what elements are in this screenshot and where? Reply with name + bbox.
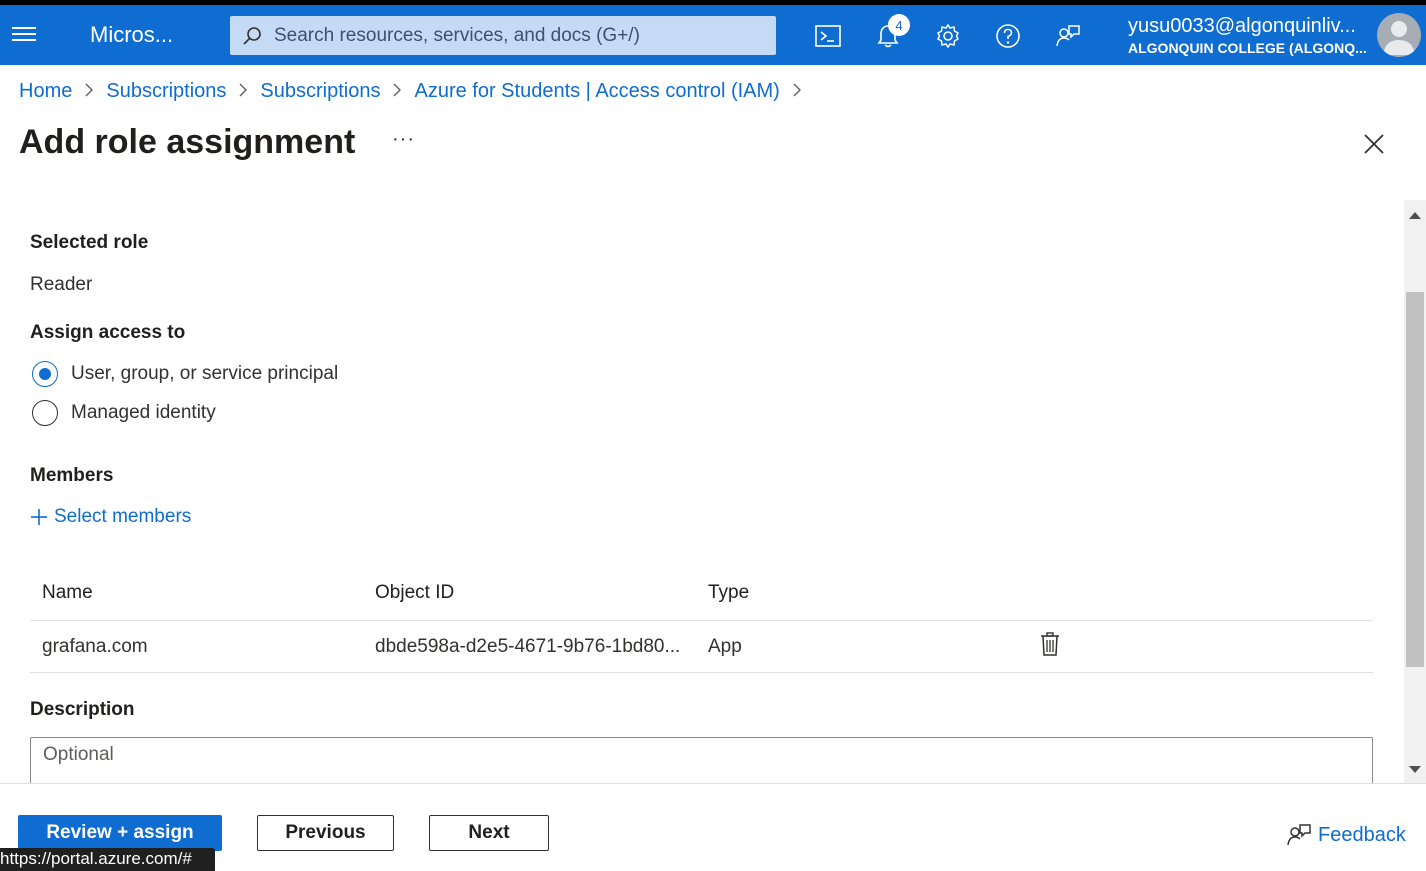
settings-button[interactable] bbox=[930, 18, 966, 54]
trash-icon bbox=[1041, 631, 1059, 656]
member-object-id: dbde598a-d2e5-4671-9b76-1bd80... bbox=[375, 635, 681, 657]
radio-managed-identity[interactable]: Managed identity bbox=[32, 400, 216, 426]
next-button[interactable]: Next bbox=[429, 815, 549, 851]
portal-top-bar: Micros... 4 yusu0033@algonquinliv... ALG… bbox=[0, 5, 1426, 65]
chevron-right-icon bbox=[84, 80, 94, 103]
column-header-name[interactable]: Name bbox=[42, 582, 93, 604]
feedback-link[interactable]: Feedback bbox=[1286, 822, 1406, 848]
vertical-scrollbar[interactable] bbox=[1404, 200, 1426, 783]
feedback-top-button[interactable] bbox=[1050, 18, 1086, 54]
breadcrumb-subscriptions[interactable]: Subscriptions bbox=[106, 80, 226, 103]
chevron-right-icon bbox=[792, 80, 802, 103]
chevron-right-icon bbox=[392, 80, 402, 103]
previous-button[interactable]: Previous bbox=[257, 815, 394, 851]
column-header-object-id[interactable]: Object ID bbox=[375, 582, 454, 604]
review-assign-button[interactable]: Review + assign bbox=[18, 815, 222, 851]
form-content: Selected role Reader Assign access to Us… bbox=[0, 200, 1404, 783]
description-input[interactable] bbox=[30, 737, 1373, 783]
global-search[interactable] bbox=[230, 16, 776, 55]
chevron-right-icon bbox=[238, 80, 248, 103]
cloud-shell-button[interactable] bbox=[810, 18, 846, 54]
plus-icon bbox=[31, 509, 47, 525]
column-header-type[interactable]: Type bbox=[708, 582, 749, 604]
radio-user-group-principal[interactable]: User, group, or service principal bbox=[32, 361, 338, 387]
page-title: Add role assignment bbox=[19, 123, 356, 161]
radio-selected-indicator[interactable] bbox=[32, 361, 58, 387]
select-members-link[interactable]: Select members bbox=[30, 506, 191, 528]
scroll-up-arrow-icon[interactable] bbox=[1409, 212, 1421, 219]
brand-title[interactable]: Micros... bbox=[90, 22, 173, 48]
table-header: Name Object ID Type bbox=[30, 566, 1373, 621]
radio-user-label: User, group, or service principal bbox=[71, 363, 339, 384]
gear-icon bbox=[937, 23, 959, 49]
selected-role-value: Reader bbox=[30, 274, 93, 295]
breadcrumb-home[interactable]: Home bbox=[19, 80, 72, 103]
user-tenant: ALGONQUIN COLLEGE (ALGONQ... bbox=[1128, 40, 1367, 56]
search-input[interactable] bbox=[274, 24, 754, 47]
select-members-label: Select members bbox=[54, 506, 192, 527]
breadcrumb: Home Subscriptions Subscriptions Azure f… bbox=[19, 80, 814, 103]
close-button[interactable] bbox=[1362, 132, 1386, 156]
member-type: App bbox=[708, 635, 742, 657]
feedback-icon bbox=[1056, 25, 1080, 47]
breadcrumb-subscriptions-2[interactable]: Subscriptions bbox=[260, 80, 380, 103]
description-label: Description bbox=[30, 699, 135, 720]
table-row: grafana.com dbde598a-d2e5-4671-9b76-1bd8… bbox=[30, 621, 1373, 673]
members-label: Members bbox=[30, 465, 114, 486]
scrollbar-thumb[interactable] bbox=[1406, 292, 1424, 667]
selected-role-label: Selected role bbox=[30, 232, 149, 253]
browser-status-url: https://portal.azure.com/# bbox=[0, 848, 215, 871]
account-info[interactable]: yusu0033@algonquinliv... ALGONQUIN COLLE… bbox=[1128, 15, 1368, 56]
avatar[interactable] bbox=[1377, 13, 1421, 57]
radio-managed-label: Managed identity bbox=[71, 402, 216, 423]
scroll-down-arrow-icon[interactable] bbox=[1409, 766, 1421, 773]
menu-icon[interactable] bbox=[12, 23, 36, 47]
notification-badge: 4 bbox=[888, 14, 910, 36]
assign-access-label: Assign access to bbox=[30, 322, 186, 343]
terminal-icon bbox=[815, 25, 841, 47]
notifications-button[interactable]: 4 bbox=[870, 14, 910, 54]
close-icon bbox=[1364, 134, 1384, 154]
radio-unselected-indicator[interactable] bbox=[32, 400, 58, 426]
more-options-button[interactable]: ··· bbox=[392, 128, 415, 151]
members-table: Name Object ID Type grafana.com dbde598a… bbox=[30, 566, 1373, 673]
help-button[interactable] bbox=[990, 18, 1026, 54]
user-email: yusu0033@algonquinliv... bbox=[1128, 15, 1356, 37]
help-icon bbox=[996, 24, 1020, 48]
search-icon bbox=[243, 26, 261, 45]
feedback-label: Feedback bbox=[1318, 823, 1406, 846]
status-url-text: https://portal.azure.com/# bbox=[0, 849, 192, 868]
member-name: grafana.com bbox=[42, 635, 148, 657]
remove-member-button[interactable] bbox=[1040, 631, 1060, 662]
user-avatar-icon bbox=[1383, 21, 1415, 55]
feedback-icon bbox=[1287, 824, 1311, 846]
breadcrumb-access-control[interactable]: Azure for Students | Access control (IAM… bbox=[414, 80, 779, 103]
